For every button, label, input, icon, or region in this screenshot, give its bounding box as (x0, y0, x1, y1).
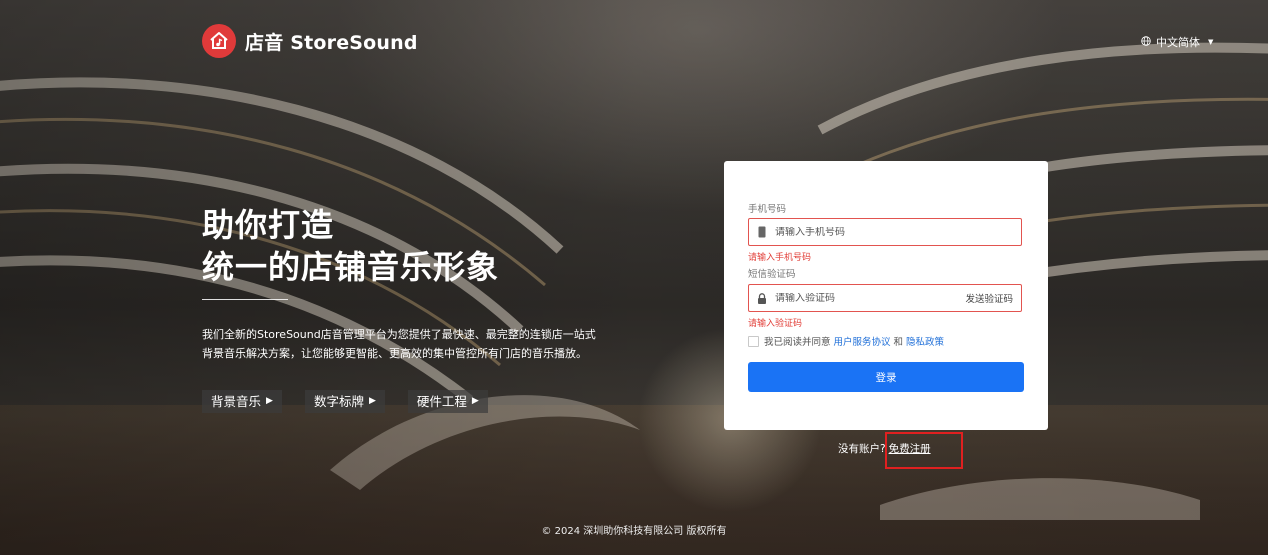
phone-input[interactable] (775, 226, 1021, 238)
hardware-engineering-button[interactable]: 硬件工程 ▶ (407, 390, 488, 413)
register-highlight-box (885, 432, 963, 469)
digital-signage-button[interactable]: 数字标牌 ▶ (304, 390, 385, 413)
login-card: 手机号码 请输入手机号码 短信验证码 发送验证码 请输入验证码 我已阅读并同意 … (724, 161, 1048, 430)
terms-link[interactable]: 用户服务协议 (834, 334, 891, 348)
agreement-row: 我已阅读并同意 用户服务协议 和 隐私政策 (748, 334, 947, 348)
globe-icon (1141, 35, 1151, 49)
background-image (0, 0, 1268, 555)
send-code-button[interactable]: 发送验证码 (965, 291, 1021, 305)
play-arrow-icon: ▶ (266, 396, 273, 406)
code-input[interactable] (775, 292, 966, 304)
play-arrow-icon: ▶ (368, 396, 376, 406)
hero-divider (202, 299, 288, 300)
hero-title-line-1: 助你打造 (202, 206, 335, 244)
agree-and-text: 和 (893, 337, 904, 348)
agree-text: 我已阅读并同意 (764, 337, 831, 348)
hero-description-line-1: 我们全新的StoreSound店音管理平台为您提供了最快速、最完整的连锁店一站式 (202, 328, 596, 341)
hero-description: 我们全新的StoreSound店音管理平台为您提供了最快速、最完整的连锁店一站式… (202, 325, 602, 363)
language-selector[interactable]: 中文简体 ▼ (1141, 34, 1213, 50)
caret-down-icon: ▼ (1208, 38, 1214, 46)
code-field[interactable]: 发送验证码 (748, 284, 1022, 312)
mobile-phone-icon (749, 226, 775, 238)
hero-buttons: 背景音乐 ▶ 数字标牌 ▶ 硬件工程 ▶ (202, 390, 488, 413)
hero-title: 助你打造 统一的店铺音乐形象 (202, 204, 499, 288)
code-label: 短信验证码 (748, 269, 796, 280)
brand-logo[interactable]: 店音 StoreSound (202, 24, 418, 58)
brand-name: 店音 StoreSound (245, 31, 418, 54)
privacy-link[interactable]: 隐私政策 (906, 334, 944, 348)
hero-title-line-2: 统一的店铺音乐形象 (202, 248, 500, 286)
play-arrow-icon: ▶ (471, 396, 479, 406)
login-button[interactable]: 登录 (748, 362, 1024, 392)
phone-error: 请输入手机号码 (748, 253, 812, 263)
phone-field[interactable] (748, 218, 1022, 246)
phone-label: 手机号码 (748, 204, 787, 215)
language-label: 中文简体 (1156, 36, 1200, 49)
background-music-button[interactable]: 背景音乐 ▶ (202, 390, 282, 413)
hero-description-line-2: 背景音乐解决方案，让您能够更智能、更高效的集中管控所有门店的音乐播放。 (202, 347, 587, 360)
agree-checkbox[interactable] (748, 335, 759, 347)
background-music-label: 背景音乐 (211, 394, 262, 409)
hardware-engineering-label: 硬件工程 (416, 394, 467, 409)
music-house-icon (202, 24, 236, 58)
register-prompt: 没有账户? (838, 443, 886, 455)
lock-icon (749, 292, 775, 304)
footer-copyright: © 2024 深圳助你科技有限公司 版权所有 (541, 526, 727, 537)
digital-signage-label: 数字标牌 (313, 394, 364, 409)
code-error: 请输入验证码 (748, 319, 803, 329)
